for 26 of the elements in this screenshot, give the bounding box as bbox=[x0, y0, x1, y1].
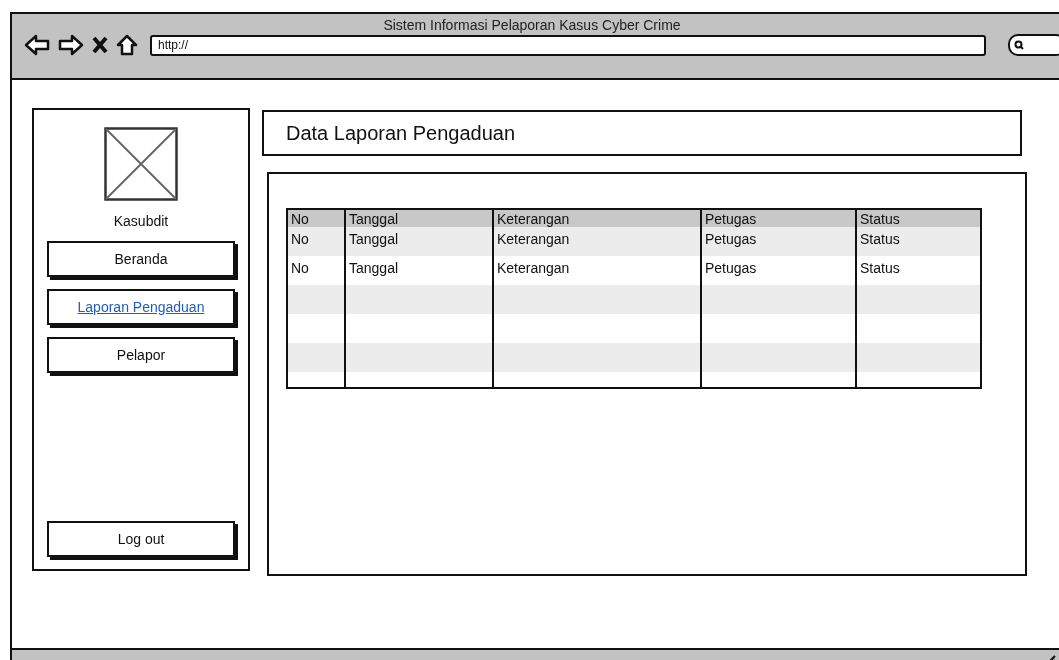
search-field[interactable] bbox=[1008, 34, 1059, 56]
logout-button[interactable]: Log out bbox=[47, 521, 235, 557]
table-cell: No bbox=[288, 227, 346, 256]
home-icon[interactable] bbox=[116, 34, 138, 56]
table-cell: Keterangan bbox=[494, 227, 702, 256]
nav-button[interactable]: Pelapor bbox=[47, 337, 235, 373]
column-header: No bbox=[288, 210, 346, 227]
table-cell: Status bbox=[857, 227, 980, 256]
search-icon bbox=[1014, 40, 1024, 50]
table-cell: Petugas bbox=[702, 227, 857, 256]
user-role: Kasubdit bbox=[113, 213, 169, 229]
table-cell: Tanggal bbox=[346, 227, 494, 256]
column-header: Tanggal bbox=[346, 210, 494, 227]
back-icon[interactable] bbox=[24, 34, 50, 56]
image-placeholder-icon bbox=[104, 127, 178, 201]
address-field[interactable]: http:// bbox=[150, 34, 986, 56]
column-header: Keterangan bbox=[494, 210, 702, 227]
column-header: Status bbox=[857, 210, 980, 227]
nav-link[interactable]: Laporan Pengaduan bbox=[47, 289, 235, 325]
table-cell: Tanggal bbox=[346, 256, 494, 285]
page-title: Data Laporan Pengaduan bbox=[286, 121, 516, 145]
window-title: Sistem Informasi Pelaporan Kasus Cyber Crime bbox=[382, 17, 682, 33]
nav-button[interactable]: Beranda bbox=[47, 241, 235, 277]
forward-icon[interactable] bbox=[58, 34, 84, 56]
column-header: Petugas bbox=[702, 210, 857, 227]
close-icon[interactable] bbox=[92, 36, 108, 54]
